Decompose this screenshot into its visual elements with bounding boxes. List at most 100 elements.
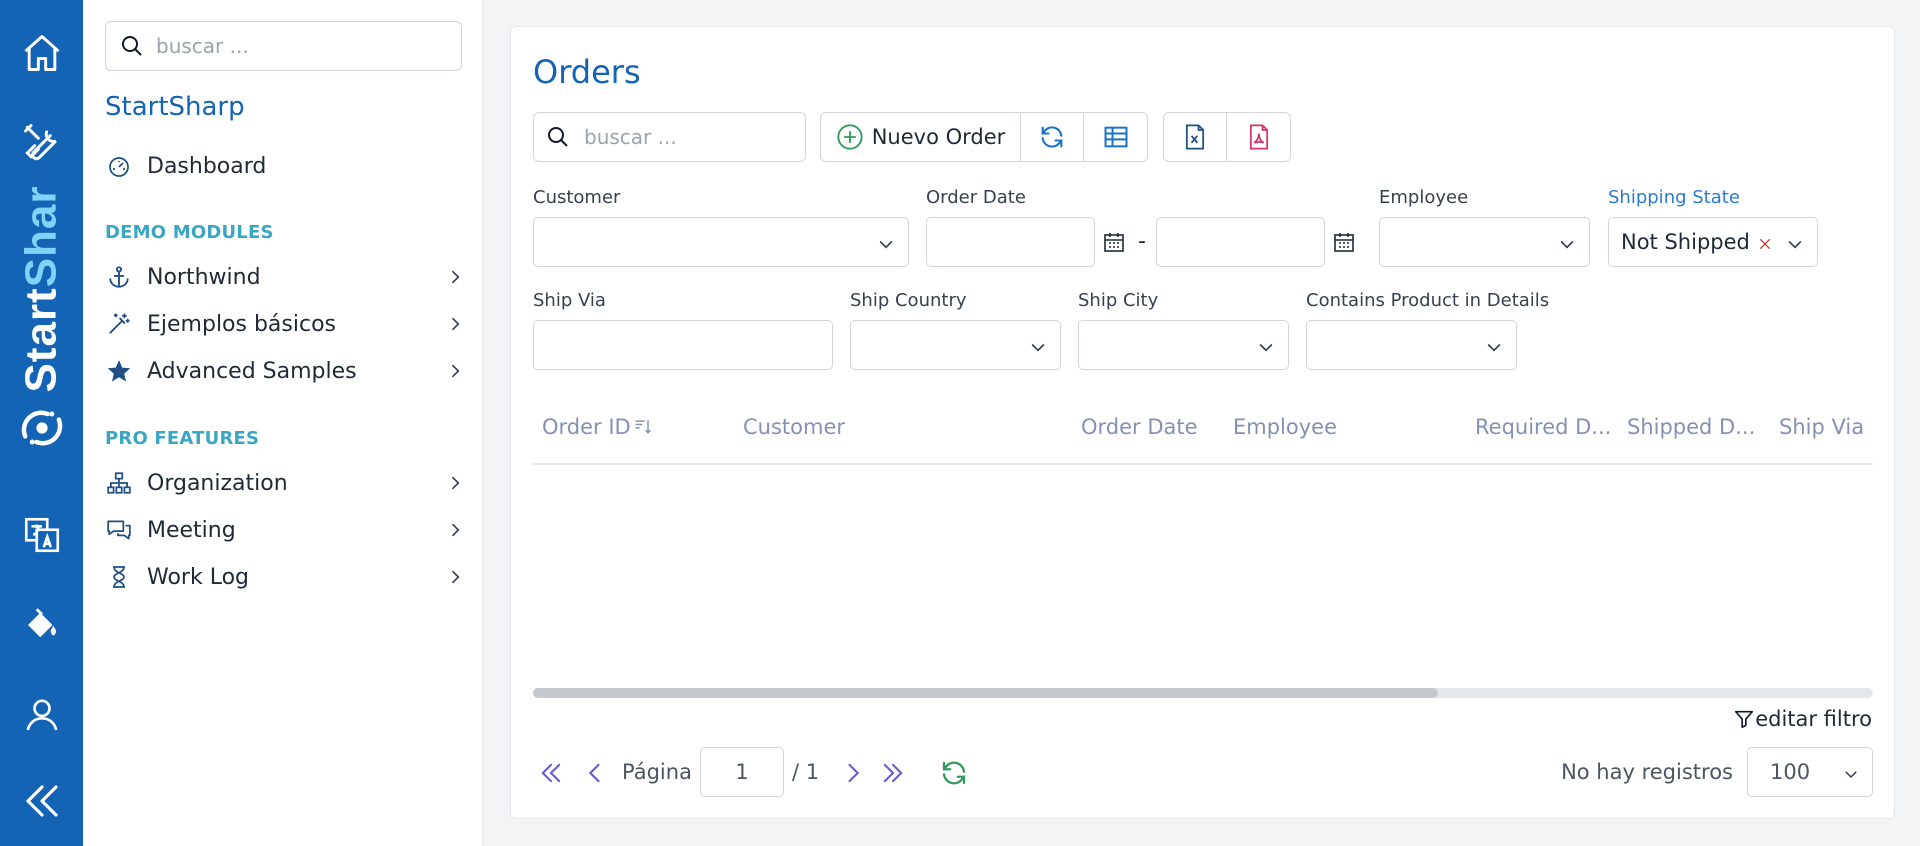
sidebar-search-input[interactable]: buscar ... <box>105 21 462 71</box>
icon-rail: StartShar <box>0 0 83 846</box>
home-icon[interactable] <box>0 25 83 81</box>
refresh-button[interactable] <box>1021 113 1084 161</box>
column-header-shipped-date[interactable]: Shipped D... <box>1627 415 1755 439</box>
chevron-down-icon <box>1845 771 1857 779</box>
order-date-filter-label: Order Date <box>926 187 1026 208</box>
page-total: / 1 <box>792 760 820 784</box>
shipping-state-filter-select[interactable]: Not Shipped <box>1608 217 1818 267</box>
sidebar-item-northwind[interactable]: Northwind <box>105 259 465 295</box>
translate-icon[interactable] <box>0 507 83 563</box>
order-date-from-input[interactable] <box>926 217 1095 267</box>
sidebar-item-work-log[interactable]: Work Log <box>105 559 465 595</box>
ship-country-filter-label: Ship Country <box>850 290 967 311</box>
column-header-label: Order ID <box>542 415 631 439</box>
first-page-button[interactable] <box>537 759 565 787</box>
anchor-icon <box>105 263 133 291</box>
grid-header: Order ID Customer Order Date Employee Re… <box>533 397 1873 465</box>
magic-wand-icon <box>105 310 133 338</box>
edit-filter-label: editar filtro <box>1755 707 1872 731</box>
contains-product-filter-label: Contains Product in Details <box>1306 290 1550 311</box>
chevron-down-icon <box>1560 240 1574 249</box>
column-header-employee[interactable]: Employee <box>1233 415 1337 439</box>
logo-icon[interactable] <box>0 400 83 456</box>
date-range-separator: - <box>1138 229 1146 254</box>
previous-page-button[interactable] <box>581 759 609 787</box>
sidebar-item-label: Work Log <box>147 564 249 590</box>
column-header-ship-via[interactable]: Ship Via <box>1779 415 1864 439</box>
excel-file-icon <box>1185 124 1205 150</box>
pdf-export-button[interactable] <box>1227 113 1290 161</box>
records-status: No hay registros <box>1561 760 1733 784</box>
column-header-required-date[interactable]: Required D... <box>1475 415 1611 439</box>
column-picker-button[interactable] <box>1084 113 1147 161</box>
sidebar-item-organization[interactable]: Organization <box>105 465 465 501</box>
ship-via-filter-input[interactable] <box>533 320 833 370</box>
refresh-icon <box>1041 126 1063 148</box>
sidebar-item-label: Ejemplos básicos <box>147 311 337 337</box>
column-header-order-id[interactable]: Order ID <box>542 415 653 439</box>
sidebar-item-ejemplos[interactable]: Ejemplos básicos <box>105 306 465 342</box>
column-header-order-date[interactable]: Order Date <box>1081 415 1198 439</box>
chevron-down-icon <box>1487 343 1501 352</box>
chat-bubbles-icon <box>105 516 133 544</box>
sidebar-item-dashboard[interactable]: Dashboard <box>105 148 465 184</box>
excel-export-button[interactable] <box>1164 113 1227 161</box>
edit-filter-link[interactable]: editar filtro <box>1733 707 1872 731</box>
page-size-select[interactable]: 100 <box>1747 747 1873 797</box>
chevron-down-icon <box>1259 343 1273 352</box>
column-header-customer[interactable]: Customer <box>743 415 845 439</box>
sort-descending-icon <box>635 420 651 434</box>
horizontal-scrollbar[interactable] <box>533 688 1873 698</box>
section-pro-features: PRO FEATURES <box>105 428 260 449</box>
filter-icon <box>1735 710 1754 729</box>
pager: Página 1 / 1 No hay registros 100 <box>533 747 1873 799</box>
last-page-button[interactable] <box>879 759 907 787</box>
sidebar-item-label: Dashboard <box>147 153 267 179</box>
double-chevron-right-icon <box>883 763 903 783</box>
refresh-icon <box>942 761 966 785</box>
sidebar: buscar ... StartSharp Dashboard DEMO MOD… <box>83 0 483 846</box>
tools-icon[interactable] <box>0 114 83 170</box>
sidebar-item-advanced-samples[interactable]: Advanced Samples <box>105 353 465 389</box>
shipping-state-filter-label: Shipping State <box>1608 187 1740 208</box>
paint-bucket-icon[interactable] <box>0 597 83 653</box>
chevron-down-icon <box>1031 343 1045 352</box>
brand-wordmark: StartShar <box>17 184 67 393</box>
calendar-icon[interactable] <box>1102 230 1126 254</box>
search-icon <box>548 127 568 147</box>
page-number-input[interactable]: 1 <box>700 747 784 797</box>
sidebar-item-label: Advanced Samples <box>147 358 357 384</box>
table-icon <box>1104 126 1127 148</box>
next-page-button[interactable] <box>839 759 867 787</box>
chevron-down-icon <box>1788 240 1802 249</box>
chevron-right-icon <box>451 317 460 331</box>
employee-filter-select[interactable] <box>1379 217 1590 267</box>
customer-filter-select[interactable] <box>533 217 909 267</box>
sidebar-item-meeting[interactable]: Meeting <box>105 512 465 548</box>
plus-circle-icon <box>837 124 863 150</box>
new-order-button[interactable]: Nuevo Order <box>821 113 1021 161</box>
calendar-icon[interactable] <box>1332 230 1356 254</box>
ship-city-filter-select[interactable] <box>1078 320 1289 370</box>
sidebar-item-label: Organization <box>147 470 288 496</box>
ship-city-filter-label: Ship City <box>1078 290 1159 311</box>
search-placeholder: buscar ... <box>156 34 249 58</box>
contains-product-filter-select[interactable] <box>1306 320 1517 370</box>
gauge-icon <box>105 152 133 180</box>
ship-country-filter-select[interactable] <box>850 320 1061 370</box>
chevron-left-icon <box>588 763 600 783</box>
employee-filter-label: Employee <box>1379 187 1469 208</box>
pager-refresh-button[interactable] <box>939 758 969 788</box>
user-icon[interactable] <box>0 687 83 743</box>
hourglass-icon <box>105 563 133 591</box>
collapse-icon[interactable] <box>0 773 83 829</box>
chevron-right-icon <box>451 364 460 378</box>
search-placeholder: buscar ... <box>584 125 677 149</box>
chevron-down-icon <box>879 240 893 249</box>
clear-icon[interactable] <box>1757 236 1773 252</box>
grid-search-input[interactable]: buscar ... <box>533 112 806 162</box>
page-label: Página <box>622 760 692 784</box>
order-date-to-input[interactable] <box>1156 217 1325 267</box>
scrollbar-thumb[interactable] <box>533 688 1438 698</box>
app-title[interactable]: StartSharp <box>105 92 245 122</box>
